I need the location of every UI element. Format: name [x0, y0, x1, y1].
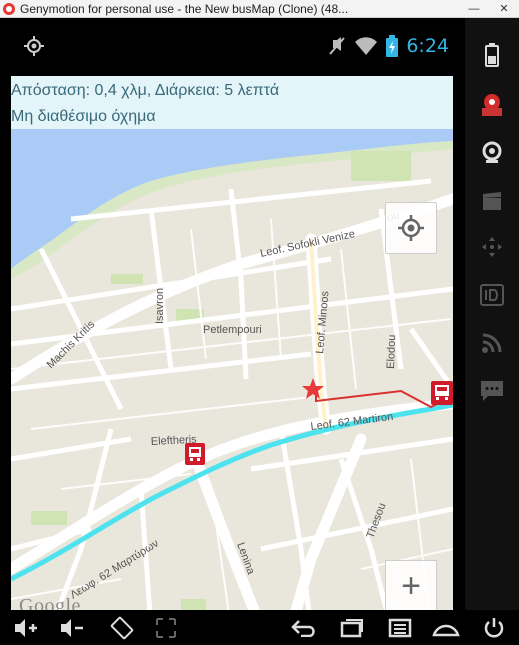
genymotion-toolbar [465, 18, 519, 610]
volume-down-button[interactable] [58, 615, 86, 641]
map-label-petlempouri: Petlempouri [203, 324, 262, 336]
volume-down-icon [61, 619, 83, 637]
emulator-window: Genymotion for personal use - the New bu… [0, 0, 519, 645]
my-location-button[interactable] [385, 202, 437, 254]
battery-widget-button[interactable] [479, 42, 505, 68]
network-widget-button[interactable] [479, 330, 505, 356]
gps-icon [24, 36, 44, 56]
power-icon [484, 618, 504, 638]
battery-icon [485, 43, 499, 67]
sms-widget-button[interactable] [479, 378, 505, 404]
remote-control-widget-button[interactable] [479, 234, 505, 260]
recent-apps-button[interactable] [338, 615, 366, 641]
scale-icon [156, 618, 176, 638]
back-button[interactable] [290, 615, 318, 641]
clapperboard-icon [483, 192, 501, 210]
bus-stop-marker[interactable] [185, 443, 205, 465]
emulator-nav-bar [0, 610, 519, 645]
genymotion-icon [3, 2, 15, 15]
window-titlebar: Genymotion for personal use - the New bu… [0, 0, 519, 18]
map-view[interactable]: Leof. Sofokli Venize ou Machis Kritis Is… [11, 129, 453, 628]
battery-icon [386, 35, 399, 57]
distance-duration-text: Απόσταση: 0,4 χλμ, Διάρκεια: 5 λεπτά [11, 82, 280, 99]
route-info-panel: Απόσταση: 0,4 χλμ, Διάρκεια: 5 λεπτά Μη … [11, 76, 453, 129]
recent-apps-icon [340, 619, 363, 638]
webcam-widget-button[interactable] [479, 140, 505, 166]
menu-icon [388, 618, 412, 638]
chat-icon [481, 381, 503, 401]
map-label-isavron: Isavron [154, 288, 166, 324]
window-title: Genymotion for personal use - the New bu… [20, 1, 349, 16]
volume-up-button[interactable] [12, 615, 40, 641]
map-label-elodou: Elodou [385, 334, 398, 369]
gps-widget-icon [482, 94, 502, 116]
clock: 6:24 [406, 35, 449, 57]
wifi-icon [355, 37, 378, 55]
screencast-widget-button[interactable] [479, 188, 505, 214]
back-icon [291, 620, 315, 637]
crosshair-icon [398, 215, 424, 241]
device-frame: 6:24 Απόσταση: 0,4 χλμ, Διάρκεια: 5 λεπτ… [0, 18, 465, 645]
android-status-bar: 6:24 [11, 30, 453, 64]
app-screen: Απόσταση: 0,4 χλμ, Διάρκεια: 5 λεπτά Μη … [11, 76, 453, 628]
mute-icon [329, 37, 346, 55]
webcam-icon [482, 141, 502, 163]
rss-icon [482, 333, 502, 353]
rotate-button[interactable] [108, 615, 136, 641]
id-icon [480, 284, 504, 306]
close-button[interactable]: ✕ [489, 0, 519, 18]
menu-button[interactable] [386, 615, 414, 641]
zoom-in-button[interactable]: + [385, 560, 437, 612]
home-icon [432, 624, 460, 637]
identifiers-widget-button[interactable] [479, 282, 505, 308]
home-button[interactable] [432, 615, 460, 641]
vehicle-status-text: Μη διαθέσιμο όχημα [11, 108, 156, 125]
rotate-icon [110, 616, 134, 640]
scale-button[interactable] [152, 615, 180, 641]
gps-widget-button[interactable] [479, 92, 505, 118]
minimize-button[interactable]: — [459, 0, 489, 18]
dpad-icon [482, 237, 502, 257]
volume-up-icon [15, 619, 37, 637]
bus-stop-marker[interactable] [431, 381, 453, 405]
power-button[interactable] [480, 615, 508, 641]
